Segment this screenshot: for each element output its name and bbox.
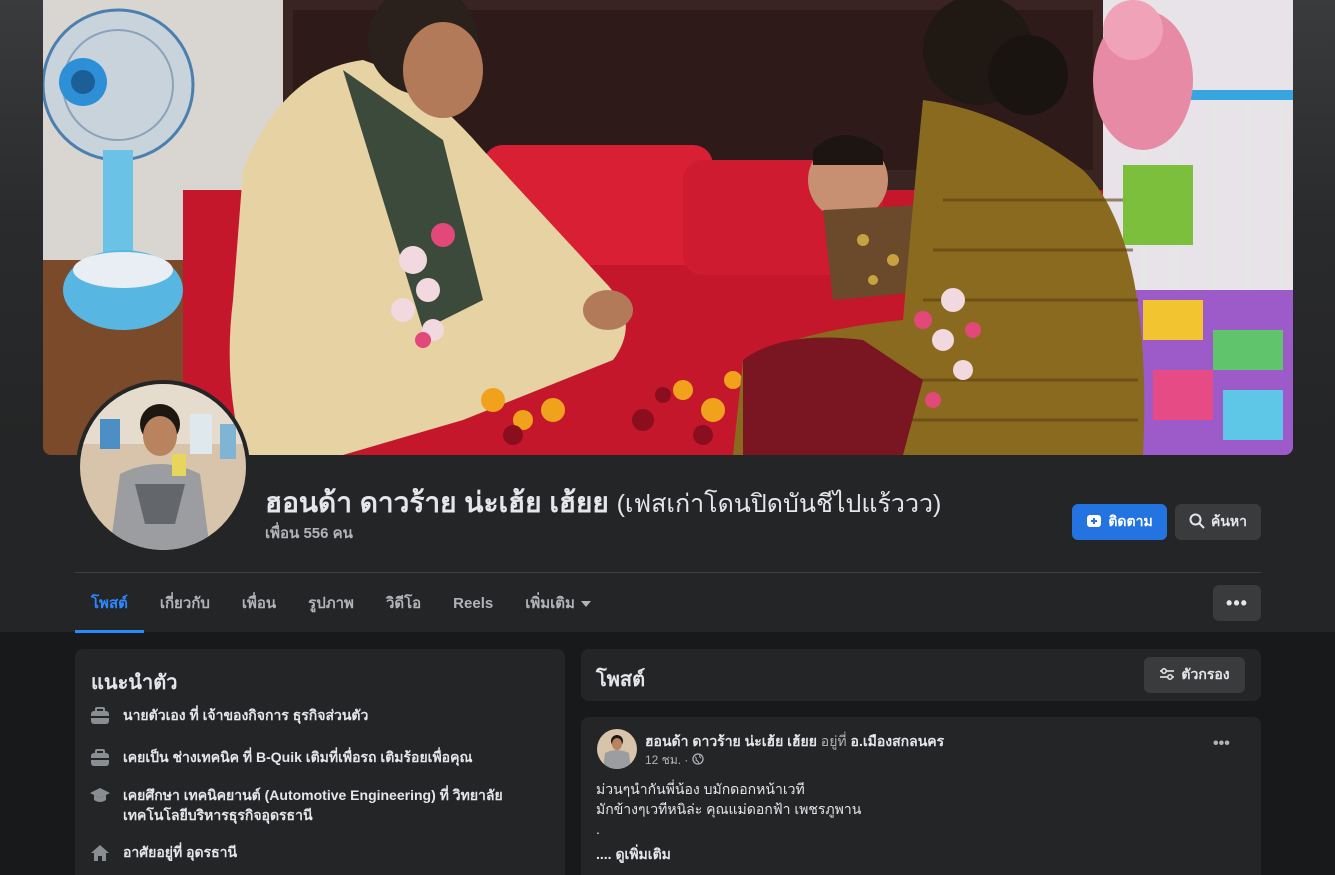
intro-title: แนะนำตัว [91,672,178,694]
intro-item-education: เคยศึกษา เทคนิคยานต์ (Automotive Enginee… [89,785,529,825]
tab-about[interactable]: เกี่ยวกับ [144,573,226,633]
post-location-prefix: อยู่ที่ [820,733,847,749]
briefcase-icon [89,705,111,727]
post-location[interactable]: อ.เมืองสกลนคร [851,733,945,749]
intro-item-previous-work: เคยเป็น ช่างเทคนิค ที่ B-Quik เติมที่เพื… [89,747,529,769]
search-button-label: ค้นหา [1210,513,1248,529]
search-icon [1189,513,1205,532]
intro-item-work: นายตัวเอง ที่ เจ้าของกิจการ ธุรกิจส่วนตั… [89,705,529,727]
tab-about-label: เกี่ยวกับ [159,595,210,612]
tab-videos[interactable]: วิดีโอ [370,573,437,633]
profile-display-name: ฮอนด้า ดาวร้าย น่ะเฮ้ย เฮ้ยย [265,487,609,518]
post-timestamp[interactable]: 12 ชม. · [645,751,688,770]
more-options-button[interactable]: ••• [1213,585,1261,621]
friends-count-link[interactable]: เพื่อน 556 คน [265,521,353,545]
posts-title: โพสต์ [596,669,646,691]
filter-button-label: ตัวกรอง [1181,666,1230,682]
tab-more[interactable]: เพิ่มเติม [509,573,607,633]
tab-posts-label: โพสต์ [91,595,128,612]
caret-down-icon [580,595,591,612]
sliders-icon [1159,667,1175,684]
globe-icon [692,753,705,768]
tab-videos-label: วิดีโอ [385,595,422,612]
tab-photos-label: รูปภาพ [308,595,354,612]
intro-item-lives-in-text: อาศัยอยู่ที่ อุดรธานี [123,844,238,860]
see-more-link[interactable]: .... ดูเพิ่มเติม [596,844,671,866]
briefcase-icon [89,747,111,769]
post-card: ฮอนด้า ดาวร้าย น่ะเฮ้ย เฮ้ยย อยู่ที่ อ.เ… [581,717,1261,875]
follow-icon [1086,513,1102,532]
tab-photos[interactable]: รูปภาพ [292,573,370,633]
intro-item-previous-work-text: เคยเป็น ช่างเทคนิค ที่ B-Quik เติมที่เพื… [123,749,473,765]
ellipsis-icon: ••• [1213,735,1230,752]
post-text-line: ม่วนๆนำกันพี่น้อง บมักดอกหน้าเวที [596,781,805,797]
profile-alternate-name: (เฟสเก่าโดนปิดบันชีไปแร้ววว) [616,490,942,518]
post-author-avatar[interactable] [597,729,637,769]
follow-button[interactable]: ติดตาม [1072,504,1167,540]
filter-button[interactable]: ตัวกรอง [1144,657,1245,693]
ellipsis-icon: ••• [1226,592,1248,613]
tab-friends-label: เพื่อน [241,595,277,612]
post-text-line: . [596,821,600,837]
home-icon [89,842,111,864]
post-options-button[interactable]: ••• [1213,735,1230,753]
intro-item-education-text: เคยศึกษา เทคนิคยานต์ (Automotive Enginee… [123,787,503,823]
profile-name: ฮอนด้า ดาวร้าย น่ะเฮ้ย เฮ้ยย (เฟสเก่าโดน… [265,481,941,525]
profile-picture-image [80,384,246,550]
intro-item-work-text: นายตัวเอง ที่ เจ้าของกิจการ ธุรกิจส่วนตั… [123,707,369,723]
tab-more-label: เพิ่มเติม [525,595,575,612]
post-author-name[interactable]: ฮอนด้า ดาวร้าย น่ะเฮ้ย เฮ้ยย [645,733,817,749]
search-button[interactable]: ค้นหา [1175,504,1261,540]
intro-item-lives-in: อาศัยอยู่ที่ อุดรธานี [89,842,529,864]
follow-button-label: ติดตาม [1108,513,1153,529]
tab-posts[interactable]: โพสต์ [75,573,144,633]
tab-reels-label: Reels [453,594,494,612]
tab-friends[interactable]: เพื่อน [226,573,292,633]
graduation-cap-icon [89,785,111,807]
intro-card: แนะนำตัว นายตัวเอง ที่ เจ้าของกิจการ ธุร… [75,649,565,875]
post-text: ม่วนๆนำกันพี่น้อง บมักดอกหน้าเวที มักข้า… [596,779,861,839]
post-author-line: ฮอนด้า ดาวร้าย น่ะเฮ้ย เฮ้ยย อยู่ที่ อ.เ… [645,731,944,753]
profile-tabs: โพสต์ เกี่ยวกับ เพื่อน รูปภาพ วิดีโอ Ree… [75,573,607,633]
cover-photo[interactable] [43,0,1293,455]
tab-reels[interactable]: Reels [437,573,509,633]
cover-photo-image [43,0,1293,455]
profile-picture[interactable] [76,380,250,554]
post-meta: 12 ชม. · [645,751,705,770]
posts-header-card: โพสต์ ตัวกรอง [581,649,1261,701]
post-text-line: มักข้างๆเวทีหนิล่ะ คุณแม่ดอกฟ้า เพชรภูพา… [596,801,862,817]
